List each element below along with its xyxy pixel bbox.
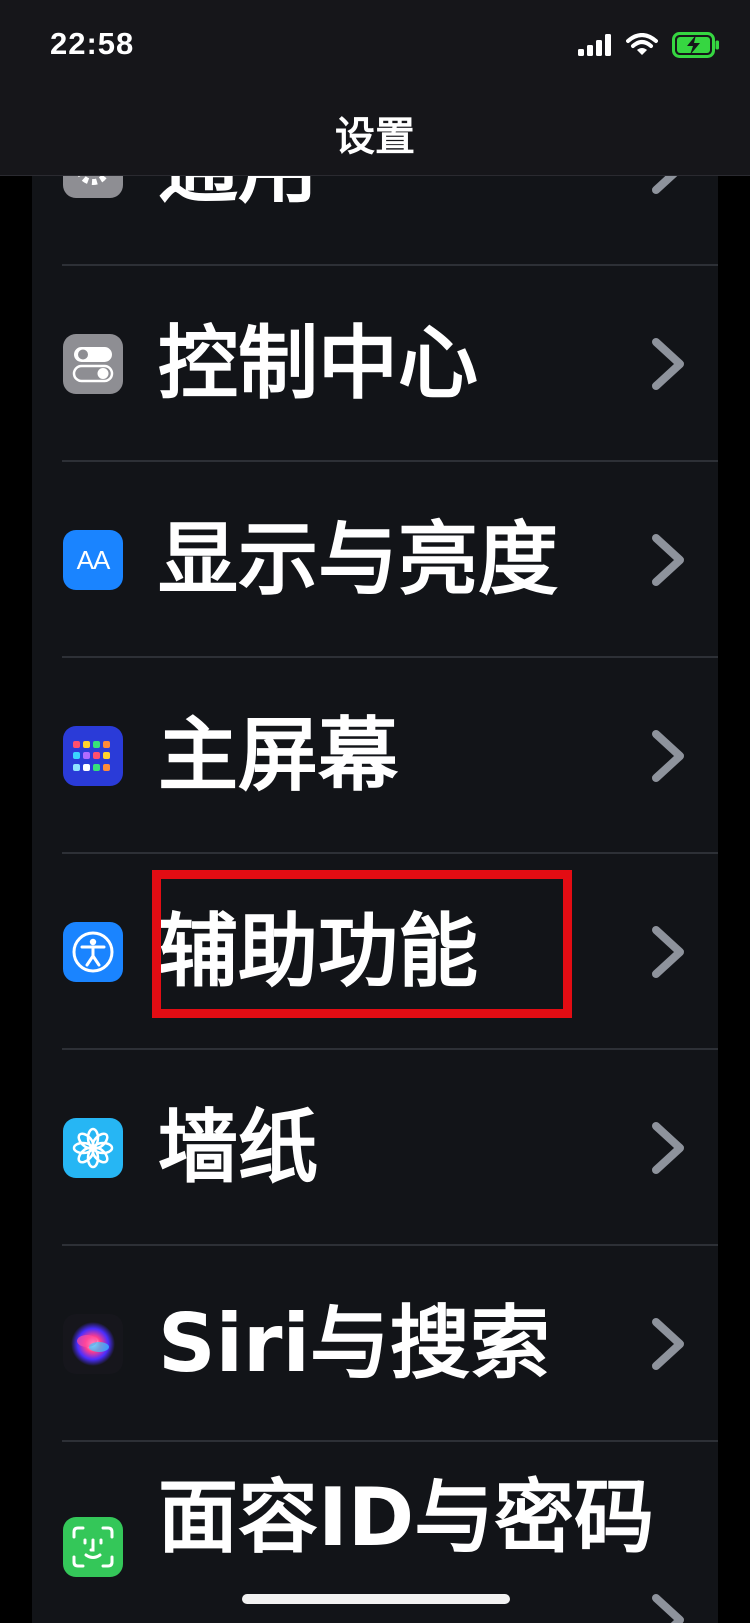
display-aa-icon: AA: [63, 530, 123, 590]
home-indicator[interactable]: [242, 1594, 510, 1604]
settings-row-label: 显示与亮度: [158, 513, 558, 606]
battery-charging-icon: [672, 32, 719, 58]
settings-row-control-center[interactable]: 控制中心: [32, 266, 718, 462]
top-bar: 22:58 设置: [0, 0, 750, 176]
settings-row-label: 主屏幕: [158, 709, 398, 802]
settings-screen: 通用 控制中心 AA 显示与亮度: [0, 0, 750, 1623]
status-time: 22:58: [50, 26, 135, 61]
settings-row-label: 面容ID与密码: [158, 1471, 655, 1564]
settings-row-wallpaper[interactable]: 墙纸: [32, 1050, 718, 1246]
settings-row-label: 墙纸: [158, 1101, 318, 1194]
display-icon-text: AA: [76, 544, 111, 575]
home-screen-grid-icon: [63, 726, 123, 786]
wallpaper-flower-icon: [63, 1118, 123, 1178]
highlight-box: [152, 870, 572, 1018]
chevron-right-icon: [652, 534, 684, 586]
wifi-icon: [626, 33, 658, 55]
settings-row-siri-search[interactable]: Siri与搜索: [32, 1246, 718, 1442]
siri-icon: [63, 1314, 123, 1374]
chevron-right-icon: [652, 1594, 684, 1623]
chevron-right-icon: [652, 338, 684, 390]
face-id-icon: [63, 1517, 123, 1577]
settings-row-display-brightness[interactable]: AA 显示与亮度: [32, 462, 718, 658]
accessibility-icon: [63, 922, 123, 982]
page-title: 设置: [335, 114, 415, 160]
settings-row-label: 控制中心: [158, 317, 478, 410]
settings-list: 通用 控制中心 AA 显示与亮度: [32, 0, 718, 1623]
chevron-right-icon: [652, 1318, 684, 1370]
chevron-right-icon: [652, 730, 684, 782]
settings-row-home-screen[interactable]: 主屏幕: [32, 658, 718, 854]
chevron-right-icon: [652, 1122, 684, 1174]
settings-row-label: Siri与搜索: [158, 1297, 550, 1390]
status-icons: [578, 32, 720, 58]
cellular-signal-icon: [578, 34, 611, 56]
toggles-icon: [63, 334, 123, 394]
chevron-right-icon: [652, 926, 684, 978]
